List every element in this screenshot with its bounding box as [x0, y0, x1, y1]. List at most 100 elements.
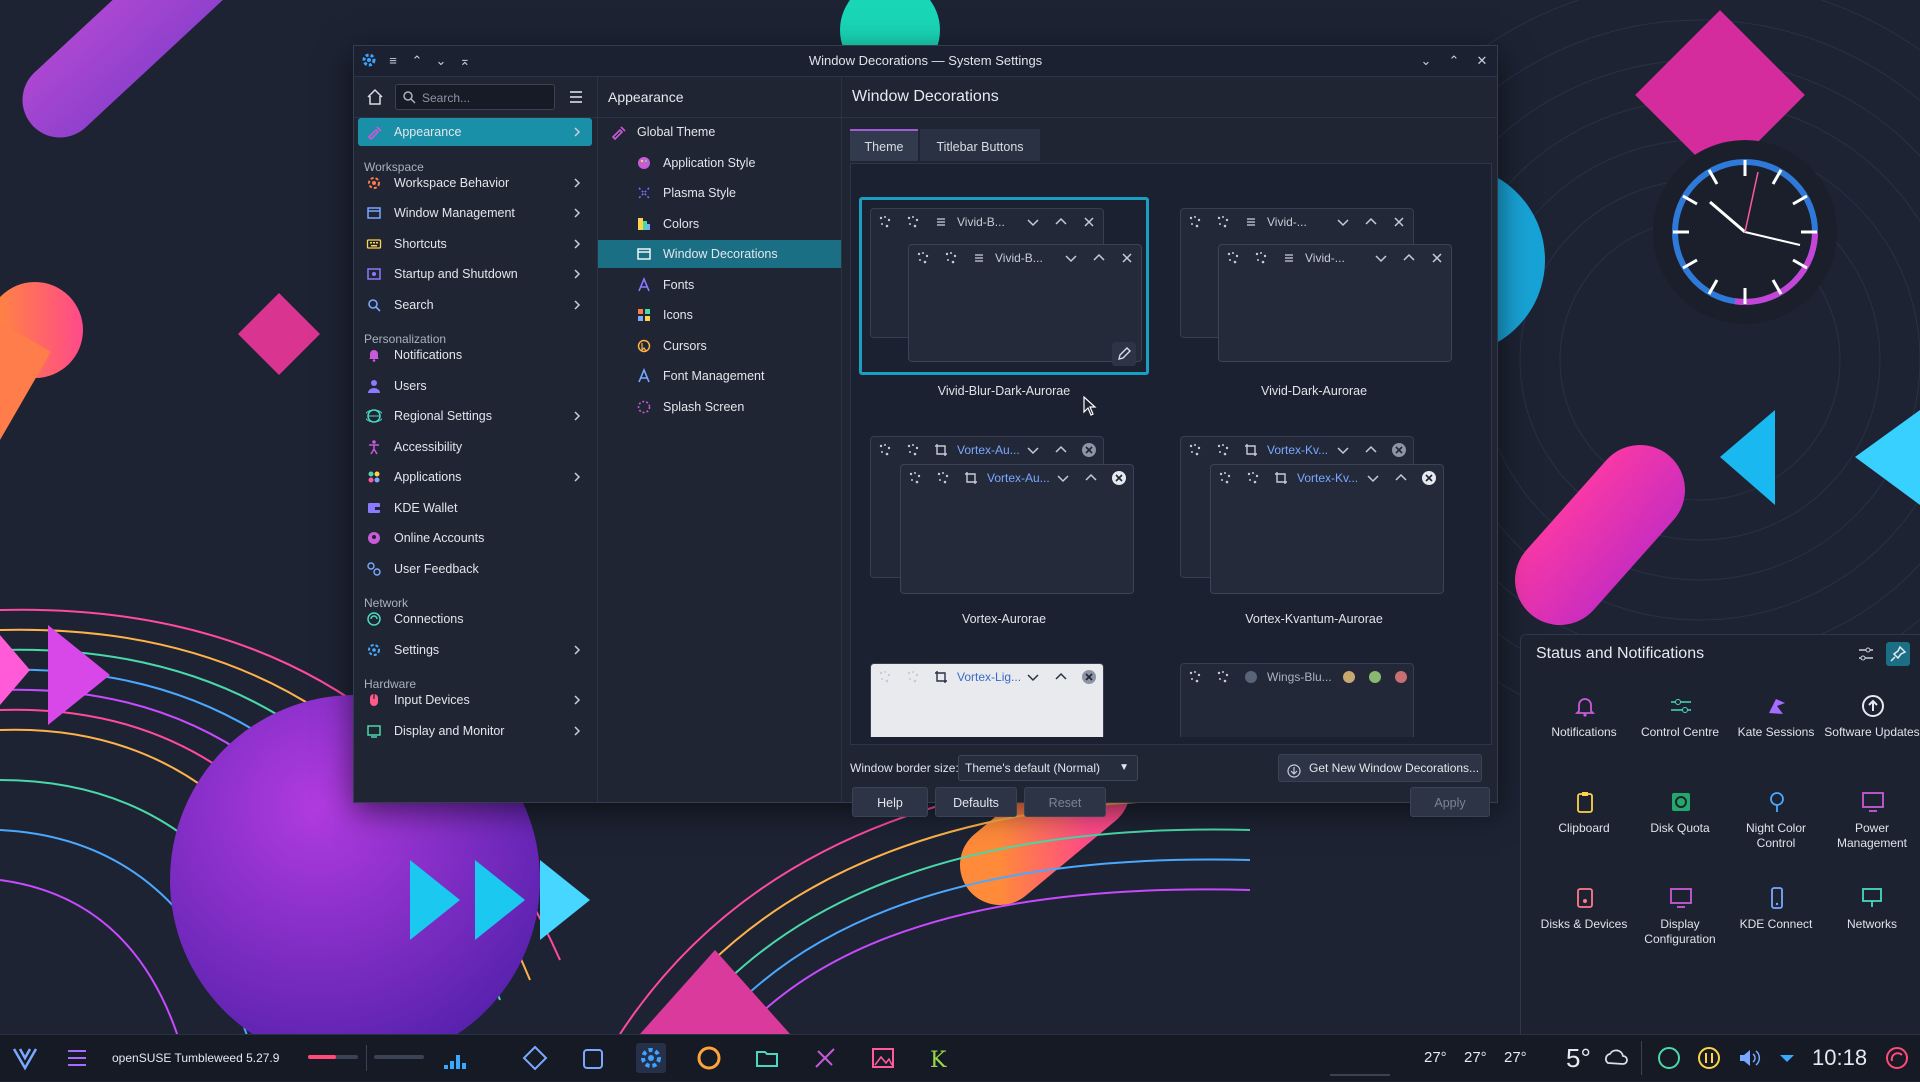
edit-icon[interactable]: [1112, 342, 1136, 366]
pin-icon[interactable]: [1886, 642, 1910, 666]
search-box[interactable]: [395, 84, 555, 111]
applet-kde-connect[interactable]: KDE Connect: [1728, 885, 1824, 965]
preview-front-titlebar: Vortex-Au...: [901, 465, 1133, 491]
sidebar-item-users[interactable]: Users: [358, 372, 592, 400]
task-files-icon[interactable]: [752, 1043, 782, 1073]
weather-temp[interactable]: 5°: [1566, 1035, 1591, 1081]
sidebar-item-accessibility[interactable]: Accessibility: [358, 433, 592, 461]
subnav-item-label: Cursors: [663, 338, 707, 353]
preview-title: Wings-Blu...: [1267, 670, 1332, 684]
subnav-item-window-decorations[interactable]: Window Decorations: [598, 240, 841, 268]
border-size-select[interactable]: Theme's default (Normal) ▼: [958, 755, 1138, 781]
power-icon: [1860, 789, 1886, 815]
window-menu-icon: [1243, 214, 1259, 230]
window-titlebar[interactable]: ≡ ⌃ ⌄ ⌅ Window Decorations — System Sett…: [354, 46, 1497, 77]
task-discover-icon[interactable]: [578, 1043, 608, 1073]
reset-button[interactable]: Reset: [1024, 787, 1106, 817]
theme-card[interactable]: Vortex-Lig...: [859, 652, 1149, 737]
subnav-item-colors[interactable]: Colors: [598, 210, 841, 238]
applet-notifications[interactable]: Notifications: [1536, 693, 1632, 773]
gear-icon: [366, 642, 382, 658]
subnav-item-application-style[interactable]: Application Style: [598, 149, 841, 177]
update-icon: [1860, 693, 1886, 719]
defaults-button[interactable]: Defaults: [935, 787, 1017, 817]
subnav-item-icons[interactable]: Icons: [598, 301, 841, 329]
sidebar-item-shortcuts[interactable]: Shortcuts: [358, 230, 592, 258]
tab-theme[interactable]: Theme: [850, 129, 918, 161]
subnav-item-splash-screen[interactable]: Splash Screen: [598, 393, 841, 421]
sidebar-item-window-management[interactable]: Window Management: [358, 199, 592, 227]
sidebar-item-user-feedback[interactable]: User Feedback: [358, 555, 592, 583]
task-krita-icon[interactable]: [810, 1043, 840, 1073]
maximize-icon[interactable]: ⌃: [1445, 52, 1463, 70]
applet-clipboard[interactable]: Clipboard: [1536, 789, 1632, 869]
minimize-icon[interactable]: ⌄: [1417, 52, 1435, 70]
chevron-right-icon: [570, 237, 584, 251]
hamburger-menu-icon[interactable]: [567, 88, 585, 106]
subnav-item-fonts[interactable]: Fonts: [598, 271, 841, 299]
subnav-item-font-management[interactable]: Font Management: [598, 362, 841, 390]
sidebar-item-regional-settings[interactable]: Regional Settings: [358, 402, 592, 430]
applet-networks[interactable]: Networks: [1824, 885, 1920, 965]
search-input[interactable]: [420, 85, 554, 111]
bell-icon: [366, 347, 382, 363]
theme-card-vivid-dark-aurorae[interactable]: Vivid-... Vivid-... Vivid-Dark-Aurorae: [1169, 197, 1459, 398]
show-desktop-icon[interactable]: [1882, 1043, 1912, 1073]
apply-button[interactable]: Apply: [1410, 787, 1490, 817]
close-icon[interactable]: ✕: [1473, 52, 1491, 70]
sidebar-item-input-devices[interactable]: Input Devices: [358, 686, 592, 714]
clock[interactable]: 10:18: [1812, 1035, 1867, 1081]
volume-icon[interactable]: [1734, 1043, 1764, 1073]
sidebar-item-notifications[interactable]: Notifications: [358, 341, 592, 369]
help-button[interactable]: Help: [852, 787, 928, 817]
sidebar-item-connections[interactable]: Connections: [358, 605, 592, 633]
configure-icon[interactable]: [1856, 644, 1876, 664]
sidebar-item-search[interactable]: Search: [358, 291, 592, 319]
home-icon[interactable]: [366, 88, 384, 106]
sidebar-item-appearance[interactable]: Appearance: [358, 118, 592, 146]
sidebar-item-kde-wallet[interactable]: KDE Wallet: [358, 494, 592, 522]
task-firefox-icon[interactable]: [694, 1043, 724, 1073]
subnav-item-cursors[interactable]: Cursors: [598, 332, 841, 360]
sidebar-item-workspace-behavior[interactable]: Workspace Behavior: [358, 169, 592, 197]
task-settings-icon[interactable]: [520, 1043, 550, 1073]
sidebar-item-display-and-monitor[interactable]: Display and Monitor: [358, 717, 592, 745]
applet-power-management[interactable]: Power Management: [1824, 789, 1920, 869]
applet-display-configuration[interactable]: Display Configuration: [1632, 885, 1728, 965]
app-launcher-icon[interactable]: [10, 1043, 40, 1073]
network-icon: [1860, 885, 1886, 911]
maximize-icon: [1053, 442, 1069, 458]
applet-night-color-control[interactable]: Night Color Control: [1728, 789, 1824, 869]
pager-icon[interactable]: [62, 1043, 92, 1073]
task-kvantum-icon[interactable]: K: [926, 1043, 956, 1073]
subnav-item-global-theme[interactable]: Global Theme: [598, 118, 841, 146]
applet-disk-quota[interactable]: Disk Quota: [1632, 789, 1728, 869]
subnav-item-plasma-style[interactable]: Plasma Style: [598, 179, 841, 207]
sidebar-item-applications[interactable]: Applications: [358, 463, 592, 491]
theme-card-vortex-aurorae[interactable]: Vortex-Au... Vortex-Au... Vortex-Aurorae: [859, 425, 1149, 626]
task-system-settings-icon[interactable]: [636, 1043, 666, 1073]
applet-control-centre[interactable]: Control Centre: [1632, 693, 1728, 773]
window-menu-icon: [1281, 250, 1297, 266]
applet-kate-sessions[interactable]: Kate Sessions: [1728, 693, 1824, 773]
theme-name: Vivid-Dark-Aurorae: [1260, 384, 1368, 398]
sidebar: AppearanceWorkspaceWorkspace BehaviorWin…: [354, 77, 598, 802]
get-new-decorations-label: Get New Window Decorations...: [1309, 761, 1480, 775]
theme-card-vivid-blur-dark-aurorae[interactable]: Vivid-B... Vivid-B... Vivid-Blur-Dark-Auro…: [859, 197, 1149, 398]
tab-titlebar-buttons[interactable]: Titlebar Buttons: [920, 129, 1040, 161]
get-new-decorations-button[interactable]: Get New Window Decorations...: [1278, 754, 1482, 782]
preview-front-window: Vortex-Au...: [900, 464, 1134, 594]
weather-icon[interactable]: [1600, 1043, 1630, 1073]
pause-icon[interactable]: [1694, 1043, 1724, 1073]
media-icon[interactable]: [1654, 1043, 1684, 1073]
sidebar-item-settings[interactable]: Settings: [358, 636, 592, 664]
applet-software-updates[interactable]: Software Updates: [1824, 693, 1920, 773]
apps-icon: [366, 469, 382, 485]
tray-expand-icon[interactable]: [1772, 1043, 1802, 1073]
theme-card-vortex-kvantum-aurorae[interactable]: Vortex-Kv... Vortex-Kv... Vortex-Kvantum-A…: [1169, 425, 1459, 626]
sidebar-item-startup-and-shutdown[interactable]: Startup and Shutdown: [358, 260, 592, 288]
sidebar-item-online-accounts[interactable]: Online Accounts: [358, 524, 592, 552]
theme-card[interactable]: Wings-Blu...: [1169, 652, 1459, 737]
applet-disks-and-devices[interactable]: Disks & Devices: [1536, 885, 1632, 965]
task-image-viewer-icon[interactable]: [868, 1043, 898, 1073]
